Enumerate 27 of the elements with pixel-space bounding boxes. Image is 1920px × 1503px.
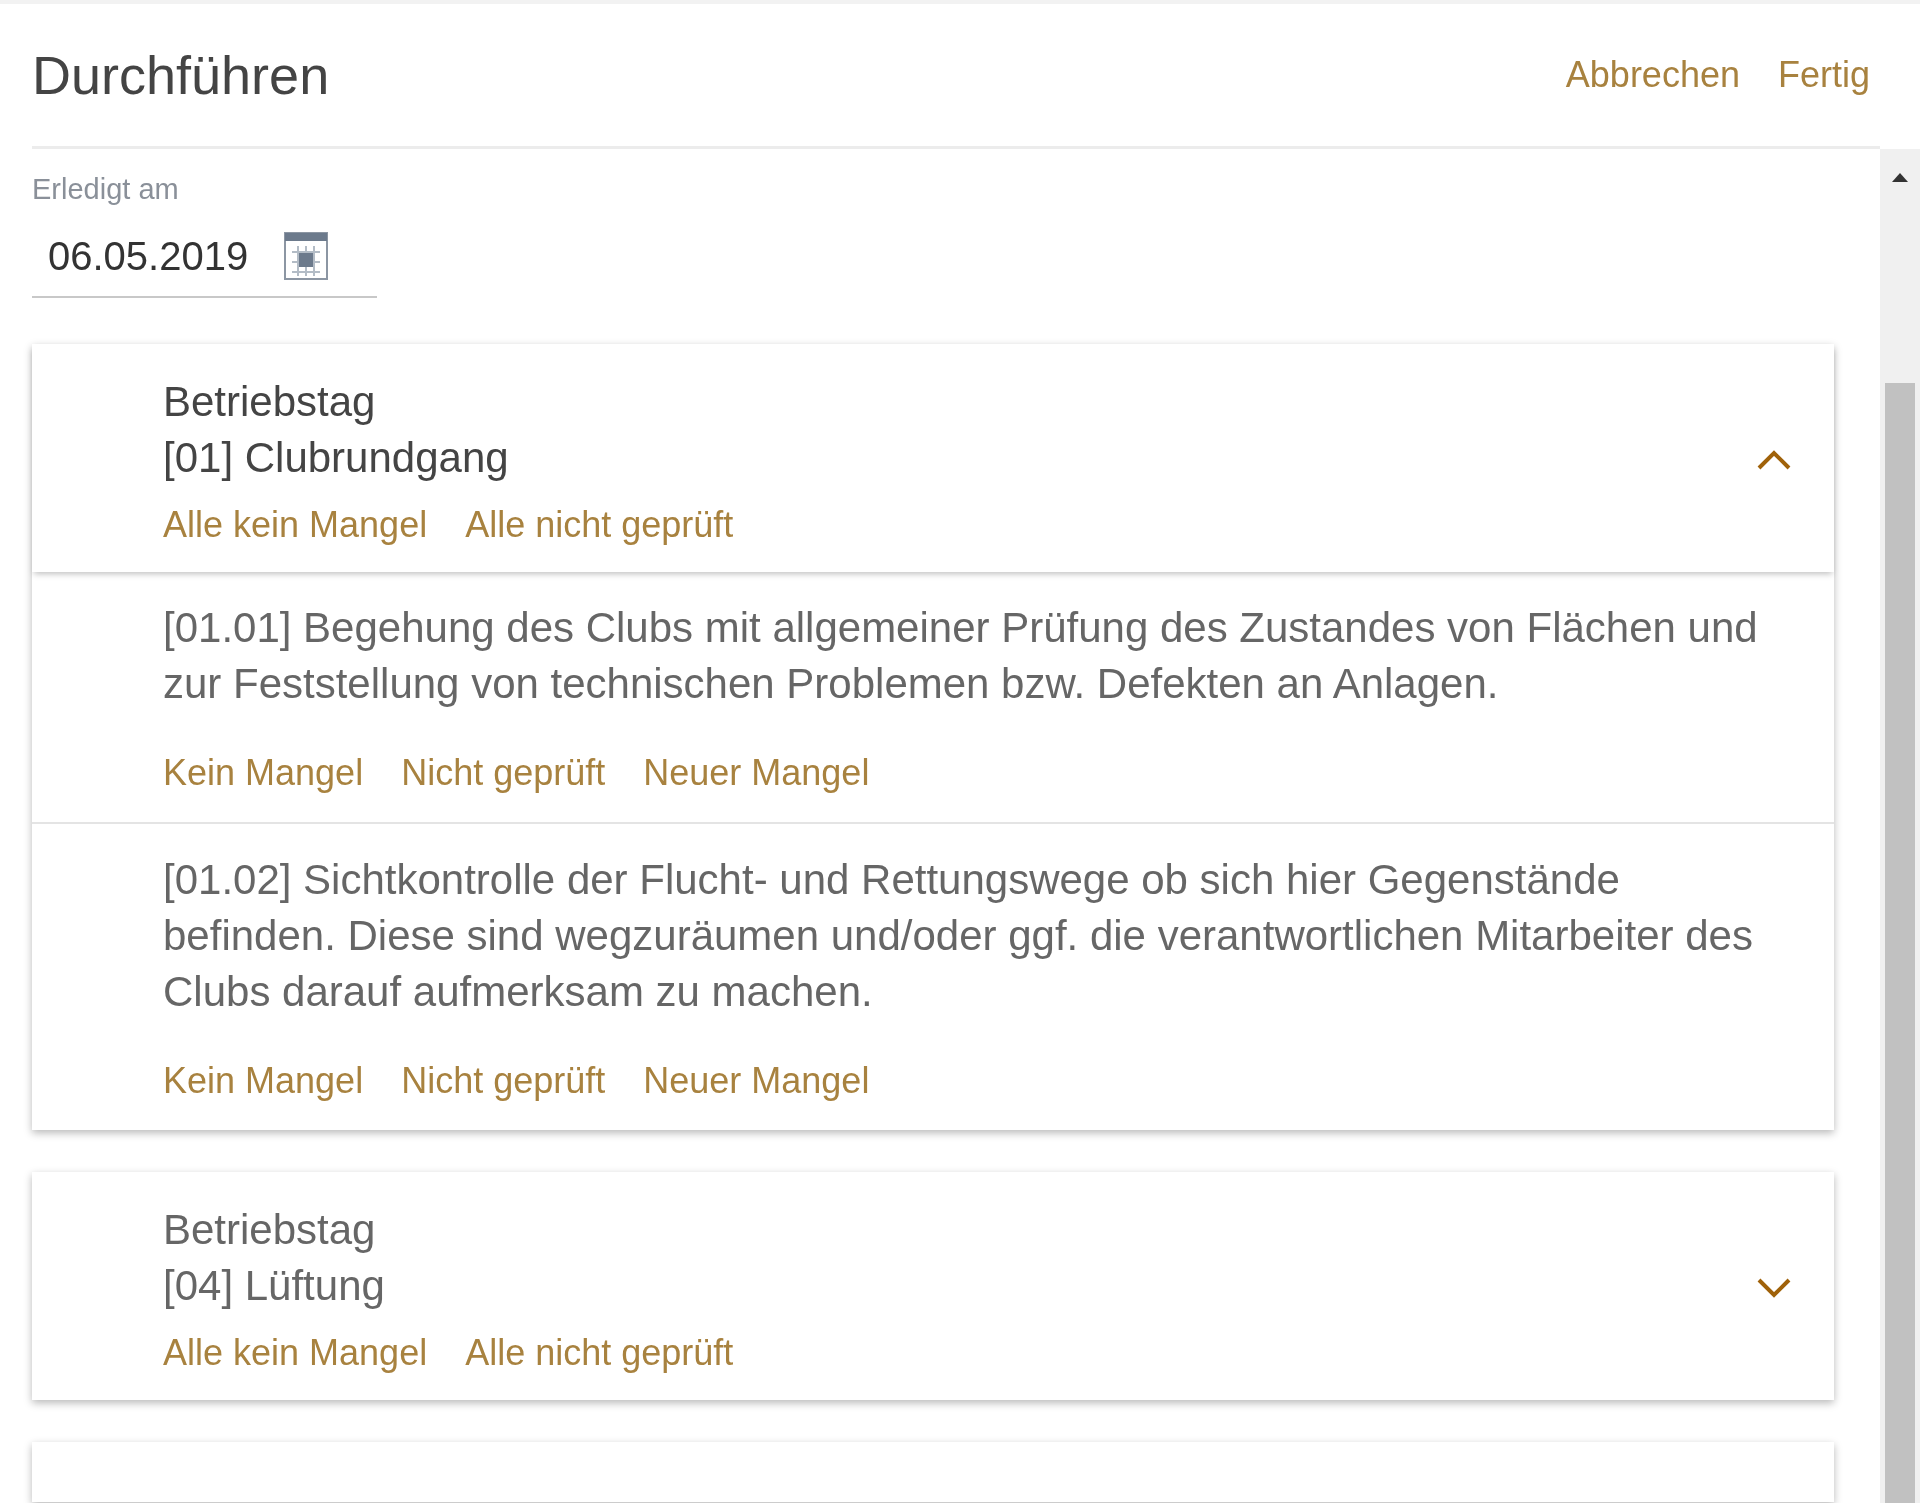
header-link[interactable]: Abbrechen [1565, 54, 1740, 96]
item-action-link[interactable]: Neuer Mangel [643, 752, 870, 794]
bulk-action-link[interactable]: Alle kein Mangel [163, 1332, 428, 1374]
scroll-up-icon[interactable] [1891, 171, 1909, 183]
chevron-up-icon [1756, 449, 1792, 471]
header-link[interactable]: Fertig [1777, 54, 1870, 96]
item-action-link[interactable]: Nicht geprüft [401, 1060, 606, 1102]
group-title: [01] Clubrundgang [163, 433, 510, 483]
calendar-icon[interactable] [284, 232, 329, 280]
scrollbar-thumb[interactable] [1885, 383, 1915, 1503]
field-label: Erledigt am [32, 173, 180, 206]
check-item-text: [01.01] Begehung des Clubs mit allgemeiner Prüfung des Zustandes von Flächen und zur Feststellung von technischen Problemen bzw. Defekten an Anlagen. [163, 603, 1759, 709]
bulk-action-link[interactable]: Alle nicht geprüft [465, 1332, 734, 1374]
chevron-down-icon [1756, 1277, 1792, 1299]
bulk-action-link[interactable]: Alle kein Mangel [163, 504, 428, 546]
group-category: Betriebstag [163, 1205, 377, 1255]
group-category: Betriebstag [163, 377, 377, 427]
bulk-action-link[interactable]: Alle nicht geprüft [465, 504, 734, 546]
item-action-link[interactable]: Kein Mangel [163, 1060, 364, 1102]
page-title: Durchführen [32, 44, 330, 106]
date-field[interactable]: 06.05.2019 [32, 216, 377, 298]
item-action-link[interactable]: Kein Mangel [163, 752, 364, 794]
item-action-link[interactable]: Neuer Mangel [643, 1060, 870, 1102]
item-action-link[interactable]: Nicht geprüft [401, 752, 606, 794]
group-title: [04] Lüftung [163, 1261, 386, 1311]
check-item-text: [01.02] Sichtkontrolle der Flucht- und Rettungswege ob sich hier Gegenstände befinden. Diese sind wegzuräumen und/oder ggf. die verantwortlichen Mitarbeiter des Clubs darauf aufmerksam zu machen. [163, 855, 1754, 1017]
scrollbar[interactable] [1880, 149, 1920, 1503]
